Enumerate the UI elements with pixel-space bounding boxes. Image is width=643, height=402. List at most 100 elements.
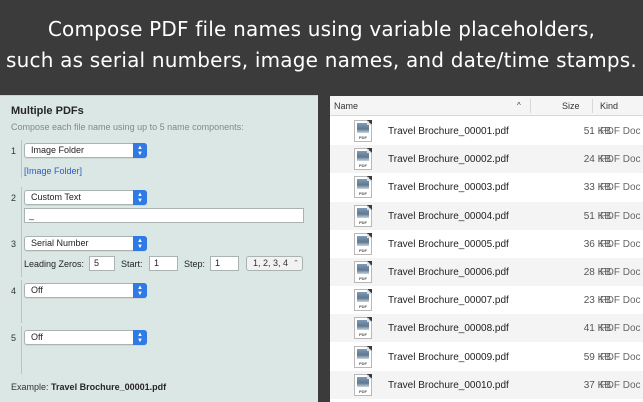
file-kind: PDF Doc	[600, 323, 641, 335]
column-size[interactable]: Size	[562, 101, 580, 111]
page-corner	[367, 289, 372, 295]
image-folder-token-link[interactable]: [Image Folder]	[24, 166, 82, 176]
start-label: Start:	[121, 259, 143, 269]
component-2-select[interactable]: Custom Text ▲ ▼	[24, 190, 147, 205]
file-row[interactable]: PDF Travel Brochure_00003.pdf 33 KB PDF Doc	[330, 173, 643, 201]
file-row[interactable]: PDF Travel Brochure_00007.pdf 23 KB PDF Doc	[330, 286, 643, 314]
component-divider	[21, 187, 22, 233]
file-kind: PDF Doc	[600, 295, 641, 307]
file-name: Travel Brochure_00008.pdf	[388, 323, 509, 335]
pdf-icon-label: PDF	[359, 135, 367, 140]
pdf-file-icon: PDF	[354, 345, 372, 368]
column-separator	[592, 99, 593, 113]
file-kind: PDF Doc	[600, 126, 641, 137]
pdf-icon-label: PDF	[359, 191, 367, 197]
example-filename: Example: Travel Brochure_00001.pdf	[11, 382, 166, 392]
page-corner	[367, 232, 372, 238]
file-row[interactable]: PDF Travel Brochure_00001.pdf 51 KB PDF Doc	[330, 117, 643, 145]
component-4-select[interactable]: Off ▲ ▼	[24, 283, 147, 298]
page-corner	[367, 373, 372, 379]
pdf-file-icon: PDF	[354, 176, 372, 199]
file-name: Travel Brochure_00004.pdf	[388, 210, 509, 222]
file-list: Name ^ Size Kind PDF Travel Brochure_0000…	[330, 96, 643, 402]
column-name[interactable]: Name	[334, 101, 358, 111]
pdf-icon-label: PDF	[359, 388, 367, 394]
custom-text-field[interactable]: _	[24, 208, 304, 223]
pdf-icon-label: PDF	[359, 276, 367, 281]
page-corner	[367, 204, 372, 210]
updown-chevron-icon: ▲ ▼	[133, 143, 147, 158]
updown-chevron-icon: ▲ ▼	[133, 330, 147, 345]
name-components-panel: Multiple PDFs Compose each file name usi…	[0, 95, 318, 402]
component-5-select[interactable]: Off ▲ ▼	[24, 330, 147, 345]
pdf-file-icon: PDF	[354, 148, 372, 171]
page-corner	[367, 120, 372, 125]
component-divider	[21, 326, 22, 374]
leading-zeros-field[interactable]: 5	[89, 256, 115, 271]
file-kind: PDF Doc	[600, 267, 641, 278]
file-name: Travel Brochure_00001.pdf	[388, 126, 509, 137]
updown-chevron-icon: ▲ ▼	[133, 283, 147, 298]
page-corner	[367, 148, 372, 154]
component-3-selected: Serial Number	[31, 238, 89, 248]
component-number-2: 2	[11, 193, 17, 203]
pdf-file-icon: PDF	[354, 232, 372, 255]
page-corner	[367, 261, 372, 266]
file-name: Travel Brochure_00010.pdf	[388, 379, 509, 391]
file-name: Travel Brochure_00003.pdf	[388, 182, 509, 194]
pdf-icon-label: PDF	[359, 360, 367, 366]
file-kind: PDF Doc	[600, 379, 641, 391]
pdf-file-icon: PDF	[354, 289, 372, 312]
serial-format-value: 1, 2, 3, 4	[253, 258, 289, 268]
file-row[interactable]: PDF Travel Brochure_00008.pdf 41 KB PDF Doc	[330, 314, 643, 343]
component-1-select[interactable]: Image Folder ▲ ▼	[24, 143, 147, 158]
column-kind[interactable]: Kind	[600, 101, 618, 111]
component-number-4: 4	[11, 286, 17, 296]
file-row[interactable]: PDF Travel Brochure_00009.pdf 59 KB PDF Doc	[330, 343, 643, 371]
file-list-header: Name ^ Size Kind	[330, 96, 643, 116]
component-divider	[21, 140, 22, 178]
file-row[interactable]: PDF Travel Brochure_00002.pdf 24 KB PDF Doc	[330, 145, 643, 174]
updown-chevron-icon: ⌃	[293, 260, 299, 267]
component-number-3: 3	[11, 239, 17, 249]
headline-line-2: such as serial numbers, image names, and…	[6, 48, 637, 72]
start-field[interactable]: 1	[149, 256, 178, 271]
file-row[interactable]: PDF Travel Brochure_00005.pdf 36 KB PDF Doc	[330, 230, 643, 258]
file-name: Travel Brochure_00006.pdf	[388, 267, 509, 278]
pdf-icon-label: PDF	[359, 247, 367, 253]
example-label: Example:	[11, 382, 49, 392]
file-kind: PDF Doc	[600, 210, 641, 222]
file-row[interactable]: PDF Travel Brochure_00004.pdf 51 KB PDF Doc	[330, 201, 643, 230]
component-divider	[21, 233, 22, 277]
component-3-select[interactable]: Serial Number ▲ ▼	[24, 236, 147, 251]
file-name: Travel Brochure_00007.pdf	[388, 295, 509, 307]
panel-title: Multiple PDFs	[11, 105, 84, 117]
pdf-file-icon: PDF	[354, 317, 372, 340]
component-divider	[21, 280, 22, 323]
file-row[interactable]: PDF Travel Brochure_00006.pdf 28 KB PDF Doc	[330, 258, 643, 286]
component-number-1: 1	[11, 146, 17, 156]
serial-format-select[interactable]: 1, 2, 3, 4 ⌃	[246, 256, 303, 271]
component-2-selected: Custom Text	[31, 192, 81, 202]
step-field[interactable]: 1	[210, 256, 239, 271]
panel-subtitle: Compose each file name using up to 5 nam…	[11, 122, 244, 132]
sort-ascending-icon[interactable]: ^	[517, 101, 521, 110]
file-name: Travel Brochure_00005.pdf	[388, 238, 509, 250]
file-kind: PDF Doc	[600, 238, 641, 250]
pdf-file-icon: PDF	[354, 204, 372, 227]
page-corner	[367, 176, 372, 182]
file-row[interactable]: PDF Travel Brochure_00010.pdf 37 KB PDF Doc	[330, 370, 643, 399]
column-separator	[530, 99, 531, 113]
leading-zeros-label: Leading Zeros:	[24, 259, 85, 269]
file-kind: PDF Doc	[600, 182, 641, 194]
component-4-selected: Off	[31, 285, 43, 295]
pdf-file-icon: PDF	[354, 373, 372, 396]
component-1-selected: Image Folder	[31, 145, 85, 155]
pdf-file-icon: PDF	[354, 261, 372, 283]
file-kind: PDF Doc	[600, 351, 641, 363]
pdf-icon-label: PDF	[359, 332, 367, 338]
pdf-file-icon: PDF	[354, 120, 372, 142]
page-corner	[367, 345, 372, 351]
pdf-icon-label: PDF	[359, 304, 367, 310]
pdf-icon-label: PDF	[359, 219, 367, 225]
